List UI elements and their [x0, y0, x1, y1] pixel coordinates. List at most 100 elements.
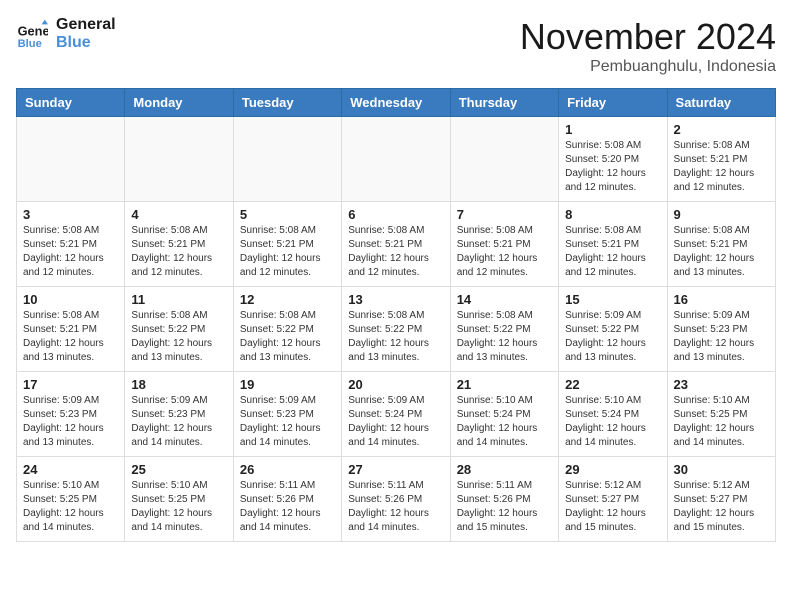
- calendar-cell: 15 Sunrise: 5:09 AM Sunset: 5:22 PM Dayli…: [559, 287, 667, 372]
- day-number: 2: [674, 122, 769, 137]
- calendar-cell: 19Sunrise: 5:09 AM Sunset: 5:23 PM Dayli…: [233, 372, 341, 457]
- week-row-2: 3Sunrise: 5:08 AM Sunset: 5:21 PM Daylig…: [17, 202, 776, 287]
- day-info: Sunrise: 5:08 AM Sunset: 5:22 PM Dayligh…: [457, 309, 552, 365]
- calendar-cell: 24 Sunrise: 5:10 AM Sunset: 5:25 PM Dayli…: [17, 457, 125, 542]
- calendar-cell: 11Sunrise: 5:08 AM Sunset: 5:22 PM Dayli…: [125, 287, 233, 372]
- day-number: 1: [565, 122, 660, 137]
- calendar-cell: 17 Sunrise: 5:09 AM Sunset: 5:23 PM Dayli…: [17, 372, 125, 457]
- month-title: November 2024: [520, 16, 776, 58]
- day-info: Sunrise: 5:10 AM Sunset: 5:25 PM Dayligh…: [131, 479, 226, 535]
- day-number: 26: [240, 462, 335, 477]
- calendar-cell: 5 Sunrise: 5:08 AM Sunset: 5:21 PM Daylig…: [233, 202, 341, 287]
- day-info: Sunrise: 5:11 AM Sunset: 5:26 PM Dayligh…: [240, 479, 335, 535]
- week-row-1: 1 Sunrise: 5:08 AM Sunset: 5:20 PM Daylig…: [17, 117, 776, 202]
- day-number: 14: [457, 292, 552, 307]
- calendar-cell: 25 Sunrise: 5:10 AM Sunset: 5:25 PM Dayli…: [125, 457, 233, 542]
- day-number: 10: [23, 292, 118, 307]
- calendar-cell: 12 Sunrise: 5:08 AM Sunset: 5:22 PM Dayli…: [233, 287, 341, 372]
- day-info: Sunrise: 5:10 AM Sunset: 5:25 PM Dayligh…: [674, 394, 769, 450]
- calendar-cell: 3Sunrise: 5:08 AM Sunset: 5:21 PM Daylig…: [17, 202, 125, 287]
- col-header-monday: Monday: [125, 89, 233, 117]
- logo-blue: Blue: [56, 34, 116, 52]
- day-info: Sunrise: 5:08 AM Sunset: 5:20 PM Dayligh…: [565, 139, 660, 195]
- day-info: Sunrise: 5:09 AM Sunset: 5:23 PM Dayligh…: [131, 394, 226, 450]
- calendar-cell: [125, 117, 233, 202]
- day-info: Sunrise: 5:12 AM Sunset: 5:27 PM Dayligh…: [674, 479, 769, 535]
- day-number: 25: [131, 462, 226, 477]
- title-block: November 2024 Pembuanghulu, Indonesia: [520, 16, 776, 76]
- day-info: Sunrise: 5:08 AM Sunset: 5:21 PM Dayligh…: [240, 224, 335, 280]
- svg-text:Blue: Blue: [18, 37, 42, 49]
- day-info: Sunrise: 5:09 AM Sunset: 5:24 PM Dayligh…: [348, 394, 443, 450]
- col-header-tuesday: Tuesday: [233, 89, 341, 117]
- calendar-cell: 7 Sunrise: 5:08 AM Sunset: 5:21 PM Daylig…: [450, 202, 558, 287]
- day-number: 7: [457, 207, 552, 222]
- day-number: 20: [348, 377, 443, 392]
- day-number: 13: [348, 292, 443, 307]
- col-header-friday: Friday: [559, 89, 667, 117]
- day-info: Sunrise: 5:08 AM Sunset: 5:21 PM Dayligh…: [23, 309, 118, 365]
- day-number: 24: [23, 462, 118, 477]
- calendar-cell: 28Sunrise: 5:11 AM Sunset: 5:26 PM Dayli…: [450, 457, 558, 542]
- day-info: Sunrise: 5:08 AM Sunset: 5:21 PM Dayligh…: [674, 139, 769, 195]
- calendar-cell: 13 Sunrise: 5:08 AM Sunset: 5:22 PM Dayli…: [342, 287, 450, 372]
- day-number: 15: [565, 292, 660, 307]
- calendar-cell: 26 Sunrise: 5:11 AM Sunset: 5:26 PM Dayli…: [233, 457, 341, 542]
- calendar-cell: 16Sunrise: 5:09 AM Sunset: 5:23 PM Dayli…: [667, 287, 775, 372]
- col-header-saturday: Saturday: [667, 89, 775, 117]
- day-info: Sunrise: 5:08 AM Sunset: 5:22 PM Dayligh…: [240, 309, 335, 365]
- day-number: 30: [674, 462, 769, 477]
- calendar-cell: [233, 117, 341, 202]
- calendar-cell: 23 Sunrise: 5:10 AM Sunset: 5:25 PM Dayli…: [667, 372, 775, 457]
- day-info: Sunrise: 5:09 AM Sunset: 5:22 PM Dayligh…: [565, 309, 660, 365]
- calendar-cell: 20 Sunrise: 5:09 AM Sunset: 5:24 PM Dayli…: [342, 372, 450, 457]
- calendar-table: SundayMondayTuesdayWednesdayThursdayFrid…: [16, 88, 776, 542]
- day-number: 12: [240, 292, 335, 307]
- day-number: 6: [348, 207, 443, 222]
- day-info: Sunrise: 5:08 AM Sunset: 5:21 PM Dayligh…: [23, 224, 118, 280]
- day-info: Sunrise: 5:08 AM Sunset: 5:22 PM Dayligh…: [131, 309, 226, 365]
- logo-general: General: [56, 16, 116, 34]
- day-info: Sunrise: 5:08 AM Sunset: 5:21 PM Dayligh…: [565, 224, 660, 280]
- day-number: 19: [240, 377, 335, 392]
- day-info: Sunrise: 5:12 AM Sunset: 5:27 PM Dayligh…: [565, 479, 660, 535]
- calendar-cell: 6 Sunrise: 5:08 AM Sunset: 5:21 PM Daylig…: [342, 202, 450, 287]
- day-info: Sunrise: 5:09 AM Sunset: 5:23 PM Dayligh…: [23, 394, 118, 450]
- day-info: Sunrise: 5:10 AM Sunset: 5:25 PM Dayligh…: [23, 479, 118, 535]
- day-info: Sunrise: 5:08 AM Sunset: 5:22 PM Dayligh…: [348, 309, 443, 365]
- calendar-cell: 14 Sunrise: 5:08 AM Sunset: 5:22 PM Dayli…: [450, 287, 558, 372]
- logo-icon: General Blue: [16, 18, 48, 50]
- calendar-cell: 2 Sunrise: 5:08 AM Sunset: 5:21 PM Daylig…: [667, 117, 775, 202]
- calendar-cell: 8 Sunrise: 5:08 AM Sunset: 5:21 PM Daylig…: [559, 202, 667, 287]
- col-header-wednesday: Wednesday: [342, 89, 450, 117]
- day-number: 22: [565, 377, 660, 392]
- day-info: Sunrise: 5:11 AM Sunset: 5:26 PM Dayligh…: [457, 479, 552, 535]
- location: Pembuanghulu, Indonesia: [520, 58, 776, 76]
- day-number: 17: [23, 377, 118, 392]
- calendar-cell: 22 Sunrise: 5:10 AM Sunset: 5:24 PM Dayli…: [559, 372, 667, 457]
- calendar-cell: 18 Sunrise: 5:09 AM Sunset: 5:23 PM Dayli…: [125, 372, 233, 457]
- calendar-cell: 4Sunrise: 5:08 AM Sunset: 5:21 PM Daylig…: [125, 202, 233, 287]
- day-number: 5: [240, 207, 335, 222]
- day-number: 9: [674, 207, 769, 222]
- calendar-cell: 27Sunrise: 5:11 AM Sunset: 5:26 PM Dayli…: [342, 457, 450, 542]
- calendar-cell: 29 Sunrise: 5:12 AM Sunset: 5:27 PM Dayli…: [559, 457, 667, 542]
- col-header-thursday: Thursday: [450, 89, 558, 117]
- day-info: Sunrise: 5:08 AM Sunset: 5:21 PM Dayligh…: [457, 224, 552, 280]
- calendar-cell: [342, 117, 450, 202]
- calendar-cell: 1 Sunrise: 5:08 AM Sunset: 5:20 PM Daylig…: [559, 117, 667, 202]
- day-number: 29: [565, 462, 660, 477]
- day-info: Sunrise: 5:10 AM Sunset: 5:24 PM Dayligh…: [457, 394, 552, 450]
- day-number: 23: [674, 377, 769, 392]
- day-info: Sunrise: 5:08 AM Sunset: 5:21 PM Dayligh…: [131, 224, 226, 280]
- day-info: Sunrise: 5:08 AM Sunset: 5:21 PM Dayligh…: [348, 224, 443, 280]
- calendar-cell: 21Sunrise: 5:10 AM Sunset: 5:24 PM Dayli…: [450, 372, 558, 457]
- day-info: Sunrise: 5:09 AM Sunset: 5:23 PM Dayligh…: [674, 309, 769, 365]
- calendar-cell: [17, 117, 125, 202]
- day-number: 8: [565, 207, 660, 222]
- day-number: 18: [131, 377, 226, 392]
- week-row-5: 24 Sunrise: 5:10 AM Sunset: 5:25 PM Dayli…: [17, 457, 776, 542]
- day-info: Sunrise: 5:10 AM Sunset: 5:24 PM Dayligh…: [565, 394, 660, 450]
- day-info: Sunrise: 5:08 AM Sunset: 5:21 PM Dayligh…: [674, 224, 769, 280]
- calendar-cell: [450, 117, 558, 202]
